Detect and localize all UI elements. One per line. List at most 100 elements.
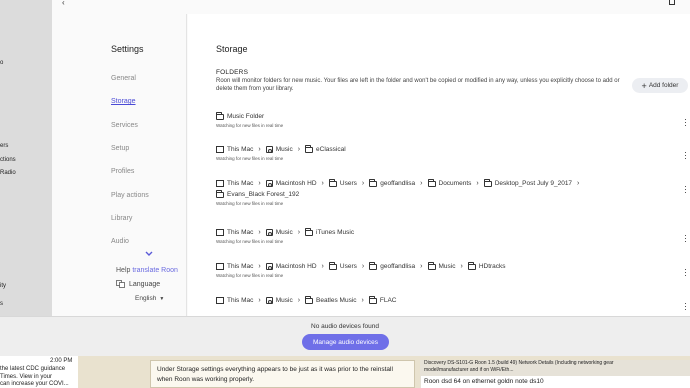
bookmark-icon[interactable] bbox=[669, 0, 675, 5]
back-icon[interactable]: ‹ bbox=[62, 0, 65, 7]
nav-item-audio[interactable]: Audio bbox=[111, 238, 129, 245]
folder-icon bbox=[369, 261, 378, 270]
folder-icon bbox=[305, 144, 314, 153]
language-label: Language bbox=[129, 280, 161, 288]
more-options-icon[interactable]: · · · bbox=[684, 115, 687, 130]
plus-icon: + bbox=[641, 80, 647, 91]
drive-icon bbox=[265, 146, 273, 153]
watching-status: Watching for new files in real time bbox=[216, 239, 284, 244]
background-sidebar-fragment: ctions bbox=[0, 157, 16, 163]
path-segment: Music bbox=[438, 263, 456, 270]
background-text: when Roon was working properly. bbox=[157, 376, 255, 383]
path-segment: Macintosh HD bbox=[275, 263, 317, 270]
path-segment: Music bbox=[275, 297, 293, 304]
background-text: Times. View in your bbox=[0, 374, 53, 380]
folder-icon bbox=[427, 261, 436, 270]
settings-title: Settings bbox=[111, 44, 144, 54]
folder-icon bbox=[427, 178, 436, 187]
nav-item-general[interactable]: General bbox=[111, 75, 136, 82]
folder-icon bbox=[328, 261, 337, 270]
computer-icon bbox=[216, 229, 224, 236]
path-segment: This Mac bbox=[227, 297, 254, 304]
folder-icon bbox=[328, 178, 337, 187]
path-segment: Evans_Black Forest_192 bbox=[227, 191, 300, 198]
background-text: can increase your COVI... bbox=[0, 381, 69, 387]
background-sidebar-fragment: o bbox=[0, 60, 4, 66]
path-separator: › bbox=[420, 263, 423, 270]
background-sidebar-fragment: s bbox=[0, 301, 3, 307]
language-select[interactable]: English ▼ bbox=[135, 295, 164, 302]
more-options-icon[interactable]: · · · bbox=[684, 299, 687, 314]
background-text: Roon dsd 64 on ethernet goldn note ds10 bbox=[424, 378, 544, 385]
path-separator: › bbox=[361, 263, 365, 270]
path-segment: Macintosh HD bbox=[275, 180, 317, 187]
path-separator: › bbox=[258, 229, 261, 236]
path-segment: Music Folder bbox=[227, 113, 265, 120]
help-label: Help bbox=[116, 267, 131, 274]
folder-icon bbox=[305, 295, 314, 304]
path-separator: › bbox=[476, 180, 479, 187]
background-time: 2:00 PM bbox=[50, 358, 73, 364]
more-options-icon[interactable]: · · · bbox=[684, 148, 687, 163]
background-text: Discovery DS-S101-G Roon 1.5 (build 49) … bbox=[424, 360, 614, 366]
path-separator: › bbox=[258, 180, 261, 187]
background-post bbox=[150, 360, 415, 388]
background-text: model/manufacturer and if on WiFi/Eth... bbox=[424, 367, 514, 373]
path-segment: geoffandlisa bbox=[380, 180, 416, 187]
background-text: Under Storage settings everything appear… bbox=[157, 366, 393, 373]
path-separator: › bbox=[258, 263, 261, 270]
computer-icon bbox=[216, 146, 224, 153]
add-folder-label: Add folder bbox=[648, 82, 679, 89]
path-segment: Desktop_Post July 9_2017 bbox=[494, 180, 573, 187]
more-options-icon[interactable]: · · · bbox=[684, 265, 687, 280]
caret-down-icon: ▼ bbox=[159, 295, 165, 302]
background-text: the latest CDC guidance bbox=[0, 366, 66, 372]
computer-icon bbox=[216, 180, 224, 187]
translate-icon bbox=[116, 280, 125, 288]
more-options-icon[interactable]: · · · bbox=[684, 231, 687, 246]
path-separator: › bbox=[297, 229, 301, 236]
folder-icon bbox=[368, 295, 377, 304]
path-separator: › bbox=[420, 180, 423, 187]
drive-icon bbox=[265, 180, 273, 187]
path-segment: geoffandlisa bbox=[380, 263, 416, 270]
drive-icon bbox=[265, 229, 273, 236]
nav-item-storage[interactable]: Storage bbox=[111, 98, 136, 105]
folders-heading: FOLDERS bbox=[216, 69, 249, 76]
path-segment: This Mac bbox=[227, 229, 254, 236]
watching-status: Watching for new files in real time bbox=[216, 156, 284, 161]
path-separator: › bbox=[361, 180, 365, 187]
path-segment: This Mac bbox=[227, 263, 254, 270]
path-separator: › bbox=[321, 263, 324, 270]
translate-roon-link[interactable]: translate Roon bbox=[132, 267, 178, 274]
no-audio-devices-text: No audio devices found bbox=[311, 323, 379, 330]
nav-item-services[interactable]: Services bbox=[111, 122, 138, 129]
folder-row: This Mac › Music › Beatles Music › FLAC bbox=[216, 295, 397, 304]
folder-row: This Mac › Music › eClassical Watching f… bbox=[216, 144, 346, 161]
path-separator: › bbox=[258, 297, 261, 304]
path-segment: eClassical bbox=[316, 146, 346, 153]
path-separator: › bbox=[258, 146, 261, 153]
nav-item-play-actions[interactable]: Play actions bbox=[111, 192, 149, 199]
watching-status: Watching for new files in real time bbox=[216, 273, 284, 278]
path-separator: › bbox=[321, 180, 324, 187]
add-folder-button[interactable]: + Add folder bbox=[632, 78, 688, 93]
nav-item-profiles[interactable]: Profiles bbox=[111, 168, 134, 175]
path-separator: › bbox=[361, 297, 364, 304]
drive-icon bbox=[265, 263, 273, 270]
nav-item-library[interactable]: Library bbox=[111, 215, 132, 222]
page-title: Storage bbox=[216, 44, 248, 54]
chevron-down-icon[interactable] bbox=[145, 251, 153, 257]
more-options-icon[interactable]: · · · bbox=[684, 182, 687, 197]
path-separator: › bbox=[297, 146, 301, 153]
path-separator: › bbox=[460, 263, 463, 270]
folder-row: This Mac › Music › iTunes Music Watching… bbox=[216, 227, 354, 244]
watching-status: Watching for new files in real time bbox=[216, 201, 284, 206]
folder-icon bbox=[216, 189, 224, 198]
manage-audio-devices-button[interactable]: Manage audio devices bbox=[302, 334, 389, 350]
path-segment: FLAC bbox=[379, 297, 397, 304]
folder-row: This Mac › Macintosh HD › Users › geoffa… bbox=[216, 178, 581, 206]
path-segment: This Mac bbox=[227, 180, 254, 187]
watching-status: Watching for new files in real time bbox=[216, 123, 284, 128]
nav-item-setup[interactable]: Setup bbox=[111, 145, 129, 152]
